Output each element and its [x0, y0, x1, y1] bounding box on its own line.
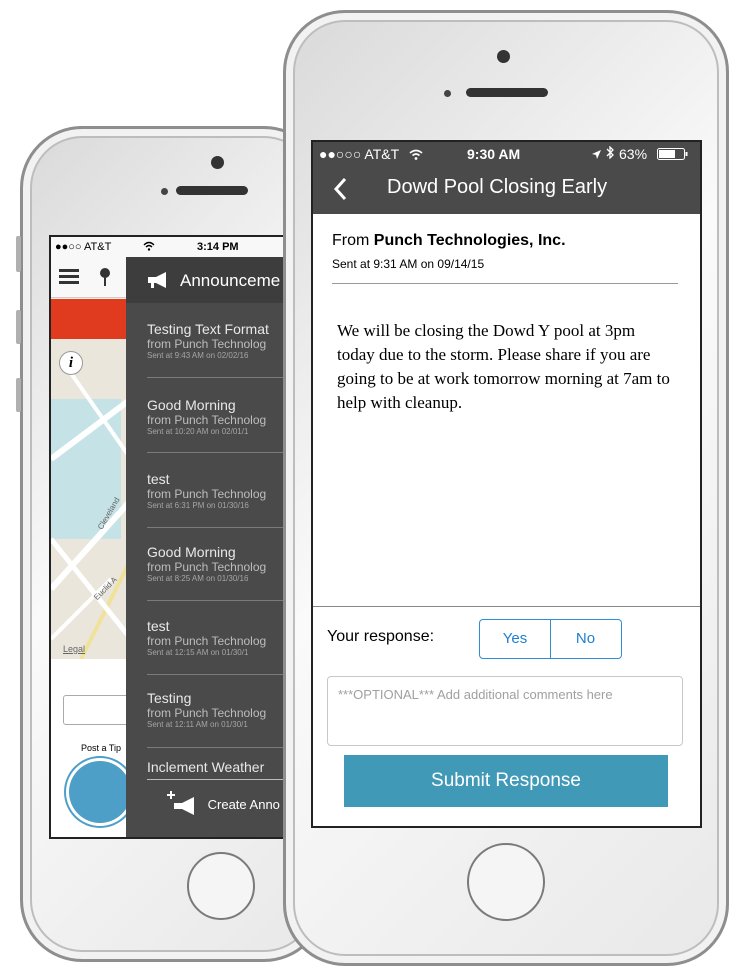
back-phone-home-button — [187, 852, 255, 920]
announcement-item[interactable]: test from Punch Technolog Sent at 12:15 … — [147, 618, 291, 657]
message-body: We will be closing the Dowd Y pool at 3p… — [337, 321, 670, 412]
announcement-title: Testing — [147, 690, 192, 706]
submit-response-button[interactable]: Submit Response — [344, 755, 668, 807]
back-phone-camera — [211, 156, 224, 169]
post-tip-label: Post a Tip — [81, 743, 122, 753]
divider — [147, 747, 291, 748]
divider — [147, 674, 291, 675]
announcement-title: test — [147, 471, 170, 487]
divider — [147, 452, 291, 453]
divider — [147, 779, 291, 780]
add-megaphone-icon — [166, 791, 196, 820]
from-prefix: From — [332, 232, 370, 249]
announcement-from: from Punch Technolog — [147, 413, 267, 427]
yes-option-button[interactable]: Yes — [479, 619, 551, 659]
announcements-drawer: Announceme Testing Text Format from Punc… — [126, 257, 291, 837]
announcement-title: test — [147, 618, 170, 634]
response-label: Your response: — [327, 628, 435, 645]
megaphone-icon — [146, 271, 168, 294]
announcement-item[interactable]: Testing from Punch Technolog Sent at 12:… — [147, 690, 291, 729]
divider — [332, 283, 678, 284]
announcement-sent: Sent at 12:15 AM on 01/30/1 — [147, 648, 249, 657]
status-bar: ●●○○○ AT&T 9:30 AM 63% — [313, 142, 700, 164]
back-chevron-icon[interactable] — [333, 177, 347, 206]
front-phone-camera — [497, 50, 510, 63]
no-option-button[interactable]: No — [550, 619, 622, 659]
back-phone-speaker — [176, 186, 248, 195]
volume-up-button — [16, 310, 21, 344]
post-tip-button[interactable] — [69, 761, 131, 823]
carrier-label: ●●○○ AT&T — [55, 241, 112, 253]
sent-timestamp: Sent at 9:31 AM on 09/14/15 — [332, 257, 485, 271]
location-arrow-icon — [591, 147, 602, 163]
announcement-from: from Punch Technolog — [147, 634, 267, 648]
announcement-item[interactable]: test from Punch Technolog Sent at 6:31 P… — [147, 471, 291, 510]
front-phone-home-button — [467, 843, 545, 921]
map-pin-icon[interactable] — [99, 267, 111, 292]
front-phone-screen: ●●○○○ AT&T 9:30 AM 63% Dowd Pool Closing… — [311, 140, 702, 828]
mute-switch — [16, 236, 21, 272]
announcement-sent: Sent at 6:31 PM on 01/30/16 — [147, 501, 249, 510]
drawer-header: Announceme — [126, 257, 291, 303]
menu-icon[interactable] — [59, 269, 79, 290]
comment-input[interactable]: ***OPTIONAL*** Add additional comments h… — [327, 676, 683, 746]
battery-percent: 63% — [619, 146, 648, 162]
info-icon[interactable]: i — [59, 351, 83, 375]
announcement-from: from Punch Technolog — [147, 706, 267, 720]
announcement-item[interactable]: Testing Text Format from Punch Technolog… — [147, 321, 291, 360]
volume-down-button — [16, 378, 21, 412]
announcement-sent: Sent at 12:11 AM on 01/30/1 — [147, 720, 248, 729]
bluetooth-icon — [606, 145, 615, 162]
front-phone-sensor — [444, 90, 451, 97]
create-announcement-label: Create Anno — [207, 796, 280, 812]
wifi-icon — [409, 147, 423, 163]
announcement-from: from Punch Technolog — [147, 487, 267, 501]
divider — [313, 606, 700, 607]
divider — [147, 377, 291, 378]
clock-label: 3:14 PM — [197, 241, 239, 253]
announcement-title: Good Morning — [147, 544, 236, 560]
divider — [147, 600, 291, 601]
back-phone-sensor — [161, 188, 168, 195]
drawer-title: Announceme — [180, 271, 281, 290]
announcement-title: Good Morning — [147, 397, 236, 413]
back-phone-screen: ●●○○ AT&T 3:14 PM i Cleveland Euclid A L… — [49, 235, 293, 839]
create-announcement-button[interactable]: Create Anno — [166, 791, 280, 820]
announcement-title: Testing Text Format — [147, 321, 269, 337]
battery-icon — [657, 147, 689, 163]
announcement-item[interactable]: Good Morning from Punch Technolog Sent a… — [147, 397, 291, 436]
front-phone-speaker — [466, 88, 548, 97]
announcement-sent: Sent at 10:20 AM on 02/01/1 — [147, 427, 249, 436]
announcement-from: from Punch Technolog — [147, 337, 267, 351]
clock-label: 9:30 AM — [467, 146, 521, 162]
announcement-item[interactable]: Inclement Weather — [147, 759, 291, 775]
carrier-label: ●●○○○ AT&T — [319, 146, 400, 162]
announcement-sent: Sent at 8:25 AM on 01/30/16 — [147, 574, 249, 583]
divider — [147, 527, 291, 528]
page-title: Dowd Pool Closing Early — [387, 176, 608, 198]
sender-name: Punch Technologies, Inc. — [373, 232, 566, 249]
legal-link[interactable]: Legal — [63, 644, 85, 654]
status-bar: ●●○○ AT&T 3:14 PM — [51, 237, 291, 257]
announcement-from: from Punch Technolog — [147, 560, 267, 574]
announcement-sent: Sent at 9:43 AM on 02/02/16 — [147, 351, 249, 360]
sender-line: From Punch Technologies, Inc. — [332, 232, 566, 250]
nav-header: Dowd Pool Closing Early — [313, 164, 700, 214]
announcement-item[interactable]: Good Morning from Punch Technolog Sent a… — [147, 544, 291, 583]
wifi-icon — [143, 241, 155, 254]
search-field[interactable] — [63, 695, 135, 725]
announcement-title: Inclement Weather — [147, 759, 265, 775]
